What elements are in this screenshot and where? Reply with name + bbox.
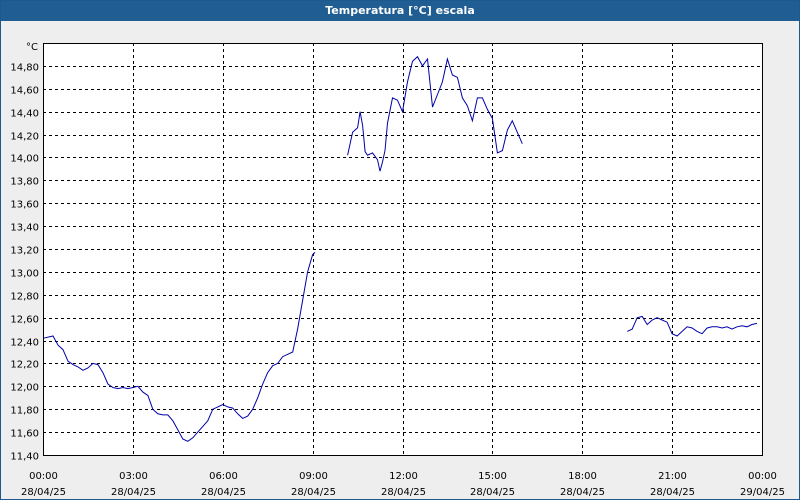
x-tick-time-label: 18:00 xyxy=(568,471,597,482)
x-tick-date-label: 28/04/25 xyxy=(291,487,336,498)
x-tick-time-label: 06:00 xyxy=(209,471,238,482)
x-tick-time-label: 00:00 xyxy=(29,471,58,482)
y-tick-label: 12,80 xyxy=(10,292,39,303)
y-tick-label: 12,20 xyxy=(10,360,39,371)
y-tick-label: 13,20 xyxy=(10,246,39,257)
y-tick-label: 12,40 xyxy=(10,338,39,349)
y-tick-label: 14,20 xyxy=(10,132,39,143)
x-tick-time-label: 03:00 xyxy=(119,471,148,482)
y-tick-label: 14,40 xyxy=(10,109,39,120)
x-tick-date-label: 28/04/25 xyxy=(111,487,156,498)
y-tick-label: 11,40 xyxy=(10,452,39,463)
y-tick-label: 14,80 xyxy=(10,63,39,74)
y-tick-label: 14,00 xyxy=(10,154,39,165)
x-tick-time-label: 09:00 xyxy=(299,471,328,482)
y-tick-label: 11,80 xyxy=(10,406,39,417)
y-tick-label: 13,60 xyxy=(10,200,39,211)
x-tick-time-label: 00:00 xyxy=(748,471,777,482)
y-tick-label: 13,80 xyxy=(10,177,39,188)
y-tick-label: 12,00 xyxy=(10,383,39,394)
x-tick-date-label: 29/04/25 xyxy=(740,487,785,498)
y-tick-label: 13,00 xyxy=(10,269,39,280)
window-title: Temperatura [°C] escala xyxy=(1,1,799,21)
x-tick-date-label: 28/04/25 xyxy=(650,487,695,498)
y-tick-label: 14,60 xyxy=(10,86,39,97)
plot-area xyxy=(43,43,762,455)
y-tick-label: 13,40 xyxy=(10,223,39,234)
x-tick-date-label: 28/04/25 xyxy=(560,487,605,498)
x-tick-time-label: 21:00 xyxy=(658,471,687,482)
y-tick-label: 12,60 xyxy=(10,315,39,326)
x-tick-date-label: 28/04/25 xyxy=(201,487,246,498)
x-tick-date-label: 28/04/25 xyxy=(21,487,66,498)
x-tick-date-label: 28/04/25 xyxy=(470,487,515,498)
x-tick-time-label: 12:00 xyxy=(389,471,418,482)
x-tick-date-label: 28/04/25 xyxy=(381,487,426,498)
x-tick-time-label: 15:00 xyxy=(478,471,507,482)
y-tick-labels: 11,40 11,60 11,80 12,00 12,20 12,40 12,60 12,80… xyxy=(10,63,39,463)
temperature-chart: °C 11,40 11,60 11,80 12,00 12,20 12,40 12,60 12… xyxy=(10,42,785,498)
x-tick-labels: 00:00 28/04/25 03:00 28/04/25 06:00 28/04/25 0… xyxy=(21,471,785,498)
chart-window: Temperatura [°C] escala °C 11,40 11,60 11,… xyxy=(0,0,800,500)
y-tick-label: 11,60 xyxy=(10,429,39,440)
y-axis-unit: °C xyxy=(26,42,38,53)
